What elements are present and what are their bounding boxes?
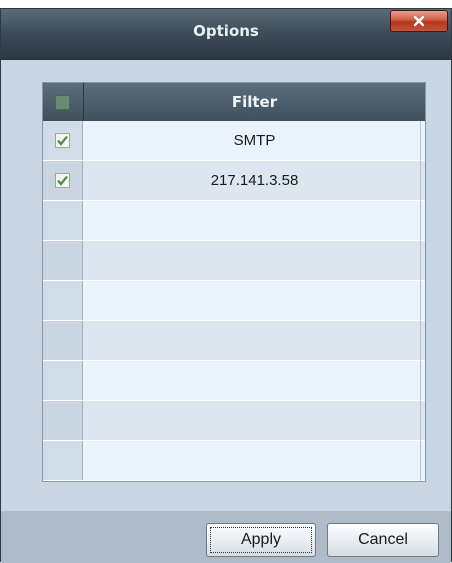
- table-row[interactable]: [43, 201, 425, 241]
- filter-cell: SMTP: [233, 132, 276, 149]
- table-row[interactable]: [43, 241, 425, 281]
- grid-header: Filter: [43, 83, 425, 121]
- row-checkbox-cell: [43, 361, 83, 400]
- row-checkbox-cell: [43, 121, 83, 160]
- column-header-filter[interactable]: Filter: [84, 93, 425, 111]
- dialog-title: Options: [193, 22, 259, 40]
- dialog-body: Filter SMTP 217.141.3.58: [1, 60, 451, 511]
- row-checkbox-cell: [43, 161, 83, 200]
- close-icon: [413, 15, 425, 27]
- grid-rows: SMTP 217.141.3.58: [43, 121, 425, 481]
- dialog-footer: Apply Cancel: [1, 511, 451, 563]
- row-checkbox-cell: [43, 441, 83, 480]
- select-all-checkbox[interactable]: [55, 95, 70, 110]
- row-checkbox-cell: [43, 321, 83, 360]
- title-bar[interactable]: Options: [1, 9, 451, 60]
- filter-cell: 217.141.3.58: [210, 172, 299, 189]
- filter-grid: Filter SMTP 217.141.3.58: [42, 82, 426, 482]
- table-row[interactable]: [43, 441, 425, 481]
- table-row[interactable]: [43, 361, 425, 401]
- check-icon[interactable]: [55, 133, 70, 148]
- cancel-button[interactable]: Cancel: [327, 523, 439, 557]
- close-button[interactable]: [390, 10, 448, 32]
- check-icon[interactable]: [55, 173, 70, 188]
- table-row[interactable]: [43, 401, 425, 441]
- row-checkbox-cell: [43, 401, 83, 440]
- table-row[interactable]: SMTP: [43, 121, 425, 161]
- grid-border-line: [420, 121, 421, 481]
- row-checkbox-cell: [43, 201, 83, 240]
- table-row[interactable]: 217.141.3.58: [43, 161, 425, 201]
- options-dialog: Options Filter SMTP 217.141.3.58 Apply Ca…: [0, 8, 452, 563]
- table-row[interactable]: [43, 321, 425, 361]
- apply-button[interactable]: Apply: [206, 523, 316, 557]
- row-checkbox-cell: [43, 281, 83, 320]
- table-row[interactable]: [43, 281, 425, 321]
- row-checkbox-cell: [43, 241, 83, 280]
